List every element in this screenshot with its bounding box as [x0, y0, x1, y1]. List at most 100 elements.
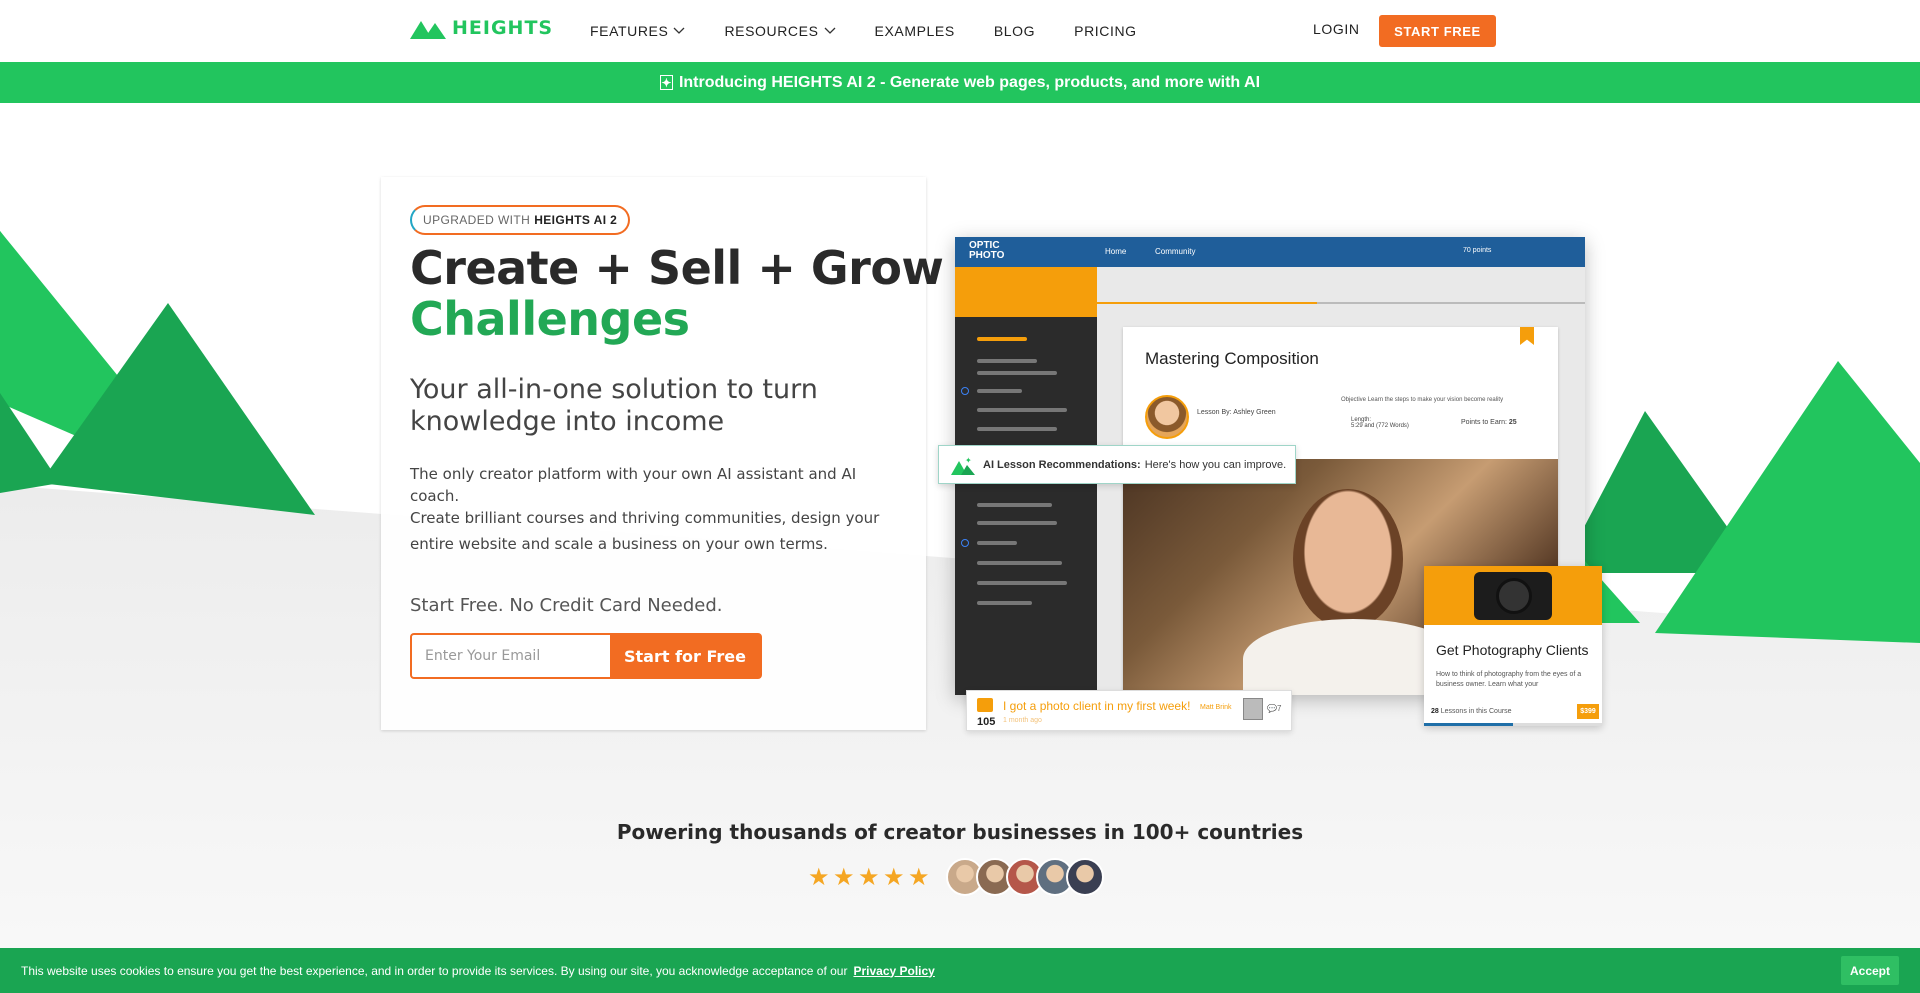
- logo-text: HEIGHTS: [452, 17, 554, 39]
- privacy-policy-link[interactable]: Privacy Policy: [853, 964, 934, 978]
- length-value: 5:29 and (772 Words): [1351, 423, 1409, 429]
- community-post: 105 I got a photo client in my first wee…: [966, 690, 1292, 731]
- signup-form: Start for Free: [410, 633, 762, 679]
- rating-stars: ★ ★ ★ ★ ★: [808, 863, 930, 891]
- mockup-sidebar-banner: [955, 267, 1097, 317]
- course-image: [1424, 566, 1602, 625]
- vote-count: 105: [977, 716, 996, 728]
- objective-text: Learn the steps to make your vision beco…: [1367, 397, 1504, 403]
- course-description: How to think of photography from the eye…: [1436, 671, 1582, 688]
- author-avatar: [1243, 698, 1263, 720]
- lesson-length: Length: 5:29 and (772 Words): [1351, 417, 1409, 429]
- nav-item-label: RESOURCES: [724, 23, 819, 39]
- customer-avatars: [946, 858, 1104, 896]
- woman-face: [1293, 489, 1403, 629]
- course-lessons-label: Lessons in this Course: [1440, 708, 1512, 715]
- badge-prefix: UPGRADED WITH: [423, 213, 531, 227]
- avatar: [1066, 858, 1104, 896]
- sidebar-row: [977, 389, 1022, 393]
- cookie-message: This website uses cookies to ensure you …: [21, 963, 848, 978]
- sidebar-row: [977, 561, 1062, 565]
- mockup-brand-line2: PHOTO: [969, 250, 1005, 261]
- top-nav: HEIGHTS FEATURES RESOURCES EXAMPLES BLOG…: [0, 0, 1920, 62]
- mockup-points: 70 points: [1463, 247, 1492, 254]
- lesson-title: Mastering Composition: [1145, 349, 1319, 368]
- sidebar-row: [977, 371, 1057, 375]
- hero-subheadline: Your all-in-one solution to turn knowled…: [410, 374, 818, 437]
- comment-count: 💬7: [1267, 704, 1282, 713]
- course-lessons-count: 28: [1431, 708, 1439, 715]
- login-link[interactable]: LOGIN: [1313, 21, 1360, 37]
- hero-paragraph-1: The only creator platform with your own …: [410, 465, 857, 505]
- cookie-banner: This website uses cookies to ensure you …: [0, 948, 1920, 993]
- headline-line1: Create + Sell + Grow: [410, 241, 944, 295]
- post-time: 1 month ago: [1003, 717, 1042, 724]
- star-icon: ★: [883, 863, 905, 891]
- course-price: $399: [1577, 704, 1599, 719]
- star-icon: ★: [808, 863, 830, 891]
- main-menu: FEATURES RESOURCES EXAMPLES BLOG PRICING: [590, 0, 1176, 62]
- course-title: Get Photography Clients: [1436, 642, 1589, 658]
- nav-item-label: BLOG: [993, 23, 1036, 39]
- points-to-earn-label: Points to Earn:: [1461, 419, 1507, 426]
- ai-recommendations-popup: ✦ AI Lesson Recommendations: Here's how …: [938, 445, 1296, 484]
- lesson-objective: Objective Learn the steps to make your v…: [1341, 397, 1503, 403]
- comment-count-value: 7: [1276, 704, 1282, 713]
- mockup-topbar: OPTIC PHOTO Home Community 70 points: [955, 237, 1585, 267]
- instructor-avatar: [1145, 395, 1189, 439]
- nav-item-label: FEATURES: [590, 23, 669, 39]
- ai-rec-text: Here's how you can improve.: [1144, 458, 1287, 471]
- sidebar-row: [977, 521, 1057, 525]
- sidebar-row: [977, 503, 1052, 507]
- sidebar-row: [977, 408, 1067, 412]
- hero-card: UPGRADED WITH HEIGHTS AI 2 Create + Sell…: [381, 177, 944, 730]
- ai-mountain-icon: ✦: [951, 456, 975, 475]
- ai-upgrade-badge: UPGRADED WITH HEIGHTS AI 2: [410, 205, 631, 235]
- svg-text:✦: ✦: [965, 456, 972, 465]
- nav-item-label: PRICING: [1074, 23, 1137, 39]
- sidebar-row: [977, 601, 1032, 605]
- course-progress-fill: [1424, 723, 1513, 726]
- sidebar-row: [977, 427, 1057, 431]
- sidebar-row: [977, 337, 1027, 341]
- email-input[interactable]: [412, 635, 610, 677]
- nav-item-pricing[interactable]: PRICING: [1074, 23, 1137, 39]
- nav-item-label: EXAMPLES: [874, 23, 955, 39]
- lesson-progress: [1097, 302, 1585, 304]
- mockup-community-link: Community: [1155, 247, 1196, 256]
- circle-icon: [961, 387, 969, 395]
- star-icon: ★: [858, 863, 880, 891]
- heights-logo[interactable]: HEIGHTS: [410, 17, 553, 39]
- lesson-progress-fill: [1097, 302, 1317, 304]
- course-progress: [1424, 723, 1602, 726]
- accept-cookies-button[interactable]: Accept: [1841, 956, 1899, 985]
- nav-item-examples[interactable]: EXAMPLES: [875, 23, 955, 39]
- headline-line2: Challenges: [410, 292, 690, 346]
- mountain-logo-icon: [410, 21, 446, 39]
- start-for-free-button[interactable]: Start for Free: [610, 635, 760, 677]
- post-text: I got a photo client in my first week!: [1003, 699, 1191, 713]
- mockup-home-link: Home: [1105, 247, 1127, 256]
- points-to-earn-value: 25: [1508, 419, 1517, 426]
- upvote-icon: [977, 698, 993, 712]
- star-icon: ★: [908, 863, 930, 891]
- nav-item-blog[interactable]: BLOG: [994, 23, 1035, 39]
- post-author: Matt Brink: [1200, 704, 1232, 711]
- mockup-brand: OPTIC PHOTO: [969, 241, 1004, 261]
- sidebar-row: [977, 541, 1017, 545]
- nav-item-features[interactable]: FEATURES: [590, 23, 685, 39]
- circle-icon: [961, 539, 969, 547]
- star-icon: ★: [833, 863, 855, 891]
- social-proof-text: Powering thousands of creator businesses…: [616, 820, 1304, 844]
- points-to-earn: Points to Earn: 25: [1461, 419, 1517, 426]
- start-free-button[interactable]: START FREE: [1379, 15, 1496, 47]
- course-card: Get Photography Clients How to think of …: [1424, 566, 1602, 726]
- hero-headline: Create + Sell + Grow Challenges: [410, 241, 944, 346]
- chevron-down-icon: [824, 27, 835, 34]
- sparkle-icon: ✦: [659, 75, 673, 90]
- cta-label: Start Free. No Credit Card Needed.: [410, 595, 723, 616]
- badge-strong: HEIGHTS AI 2: [534, 213, 618, 227]
- lesson-author: Lesson By: Ashley Green: [1197, 409, 1276, 416]
- nav-item-resources[interactable]: RESOURCES: [724, 23, 835, 39]
- announcement-bar[interactable]: ✦ Introducing HEIGHTS AI 2 - Generate we…: [0, 62, 1920, 103]
